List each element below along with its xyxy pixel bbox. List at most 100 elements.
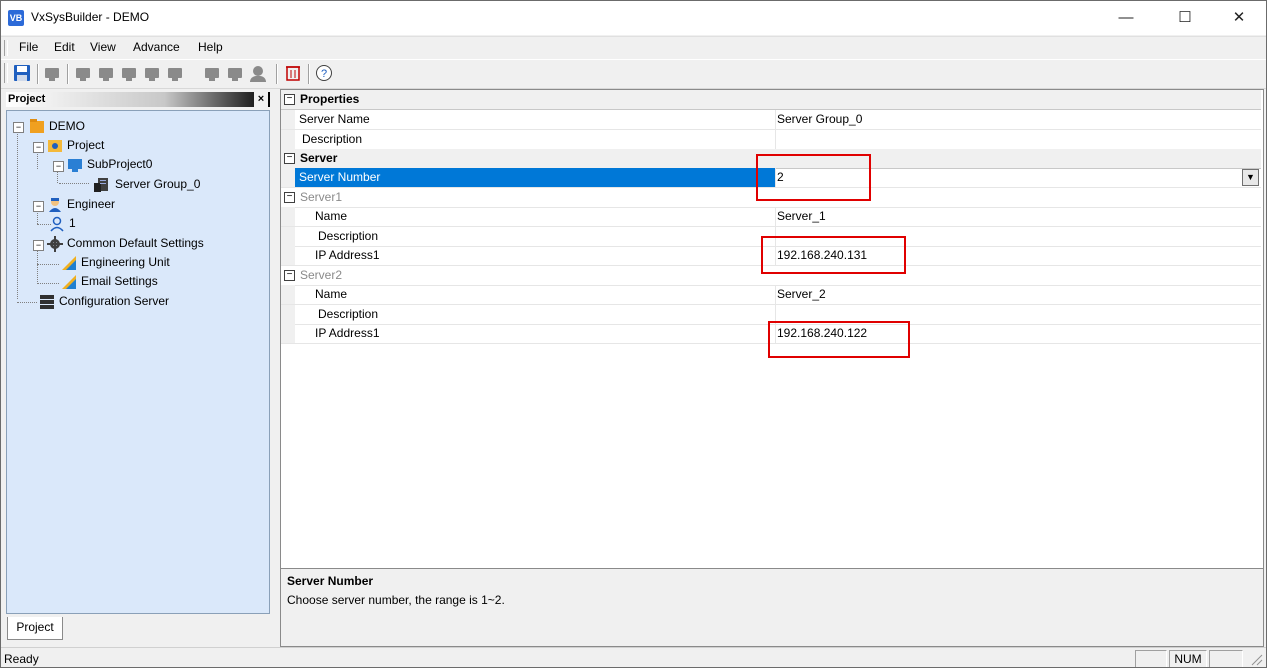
tree-node-server-group[interactable]: Server Group_0	[115, 177, 200, 191]
config-server-icon	[39, 294, 55, 310]
window-title: VxSysBuilder - DEMO	[31, 10, 150, 24]
expander[interactable]: −	[53, 161, 64, 172]
menu-advance[interactable]: Advance	[133, 40, 180, 54]
delete-icon	[286, 66, 300, 81]
tree-node-configuration-server[interactable]: Configuration Server	[59, 294, 169, 308]
tree-node-subproject[interactable]: SubProject0	[87, 157, 152, 171]
property-row-server-name[interactable]: Server Name Server Group_0	[281, 110, 1261, 130]
project-panel: Project × − DEMO − Project − SubProject0…	[2, 89, 274, 645]
category-properties[interactable]: − Properties	[281, 90, 1261, 110]
collapse-icon[interactable]: −	[284, 192, 295, 203]
row-margin	[281, 227, 295, 246]
tree-node-common-settings[interactable]: Common Default Settings	[67, 236, 204, 250]
tree-node-demo[interactable]: DEMO	[49, 119, 85, 133]
category-label: Server2	[300, 268, 343, 282]
node-icon	[145, 68, 159, 81]
property-label: Server Number	[299, 170, 381, 184]
panel-close-button[interactable]: ×	[254, 92, 268, 107]
subproject-icon	[67, 157, 83, 173]
category-label: Properties	[300, 92, 360, 106]
toolbar-separator	[67, 64, 69, 84]
collapse-icon[interactable]: −	[284, 270, 295, 281]
tree-node-engineering-unit[interactable]: Engineering Unit	[81, 255, 170, 269]
add-engineer-button[interactable]	[249, 64, 267, 82]
delete-button[interactable]	[284, 64, 302, 82]
server-icon	[99, 68, 113, 81]
toolbar-grip	[4, 63, 8, 83]
collapse-icon[interactable]: −	[284, 94, 295, 105]
menu-edit[interactable]: Edit	[54, 40, 75, 54]
title-bar: VB VxSysBuilder - DEMO — ☐ ✕	[1, 1, 1266, 35]
property-grid: − Properties Server Name Server Group_0 …	[280, 89, 1264, 569]
property-label: IP Address1	[315, 326, 380, 340]
tree-node-project[interactable]: Project	[67, 138, 104, 152]
add-settings-button[interactable]	[226, 64, 244, 82]
add-station-button[interactable]	[74, 64, 92, 82]
highlight-server2-ip	[768, 321, 910, 358]
add-monitor-button[interactable]	[166, 64, 184, 82]
property-row-server2-name[interactable]: Name Server_2	[281, 285, 1261, 305]
add-client-button[interactable]	[120, 64, 138, 82]
property-row-server1-name[interactable]: Name Server_1	[281, 207, 1261, 227]
row-margin	[281, 285, 295, 304]
save-icon	[14, 65, 30, 81]
highlight-server1-ip	[761, 236, 906, 274]
property-label: Description	[318, 307, 379, 321]
main-window: VB VxSysBuilder - DEMO — ☐ ✕ File Edit V…	[0, 0, 1267, 668]
menu-file[interactable]: File	[19, 40, 38, 54]
add-computer-button[interactable]	[43, 64, 61, 82]
tree-node-engineer-1[interactable]: 1	[69, 216, 76, 230]
svg-text:?: ?	[321, 68, 327, 80]
add-device-button[interactable]	[203, 64, 221, 82]
device-icon	[205, 68, 219, 81]
resize-grip-icon[interactable]	[1249, 652, 1263, 666]
row-margin	[281, 168, 295, 187]
expander[interactable]: −	[13, 122, 24, 133]
row-margin	[281, 110, 295, 129]
help-button[interactable]: ?	[315, 64, 333, 82]
category-label: Server	[300, 151, 338, 165]
folder-icon	[29, 118, 45, 134]
property-value[interactable]: Server_1	[775, 207, 1262, 226]
description-text: Choose server number, the range is 1~2.	[287, 593, 505, 607]
maximize-button[interactable]: ☐	[1162, 1, 1208, 35]
status-num: NUM	[1169, 650, 1207, 667]
project-panel-title: Project	[8, 93, 46, 105]
user-icon	[49, 216, 65, 232]
tree-node-email-settings[interactable]: Email Settings	[81, 274, 158, 288]
highlight-server-number	[756, 154, 871, 201]
toolbar-separator	[308, 64, 310, 84]
expander[interactable]: −	[33, 240, 44, 251]
toolbar-separator	[37, 64, 39, 84]
app-icon: VB	[8, 10, 24, 26]
ruler-icon	[61, 274, 77, 290]
tree-line	[37, 264, 59, 265]
save-button[interactable]	[13, 64, 31, 82]
engineer-icon	[47, 197, 63, 213]
property-value[interactable]: Server_2	[775, 285, 1262, 304]
minimize-button[interactable]: —	[1103, 1, 1149, 35]
dropdown-arrow-icon[interactable]: ▼	[1242, 169, 1259, 186]
property-label: Server Name	[299, 112, 370, 126]
collapse-icon[interactable]: −	[284, 153, 295, 164]
description-panel: Server Number Choose server number, the …	[280, 568, 1264, 647]
tree-node-engineer[interactable]: Engineer	[67, 197, 115, 211]
row-margin	[281, 207, 295, 226]
toolbar-separator	[276, 64, 278, 84]
user-icon	[250, 66, 266, 82]
status-pane	[1135, 650, 1167, 667]
close-button[interactable]: ✕	[1216, 1, 1262, 35]
property-value[interactable]	[775, 130, 1262, 149]
tab-project[interactable]: Project	[7, 617, 63, 640]
menu-help[interactable]: Help	[198, 40, 223, 54]
selected-label-cell: Server Number	[295, 168, 775, 187]
add-node-button[interactable]	[143, 64, 161, 82]
property-value[interactable]: Server Group_0	[775, 110, 1262, 129]
expander[interactable]: −	[33, 142, 44, 153]
add-server-button[interactable]	[97, 64, 115, 82]
station-icon	[76, 68, 90, 81]
computer-icon	[45, 68, 59, 81]
menu-view[interactable]: View	[90, 40, 116, 54]
expander[interactable]: −	[33, 201, 44, 212]
property-row-description[interactable]: Description	[281, 130, 1261, 150]
